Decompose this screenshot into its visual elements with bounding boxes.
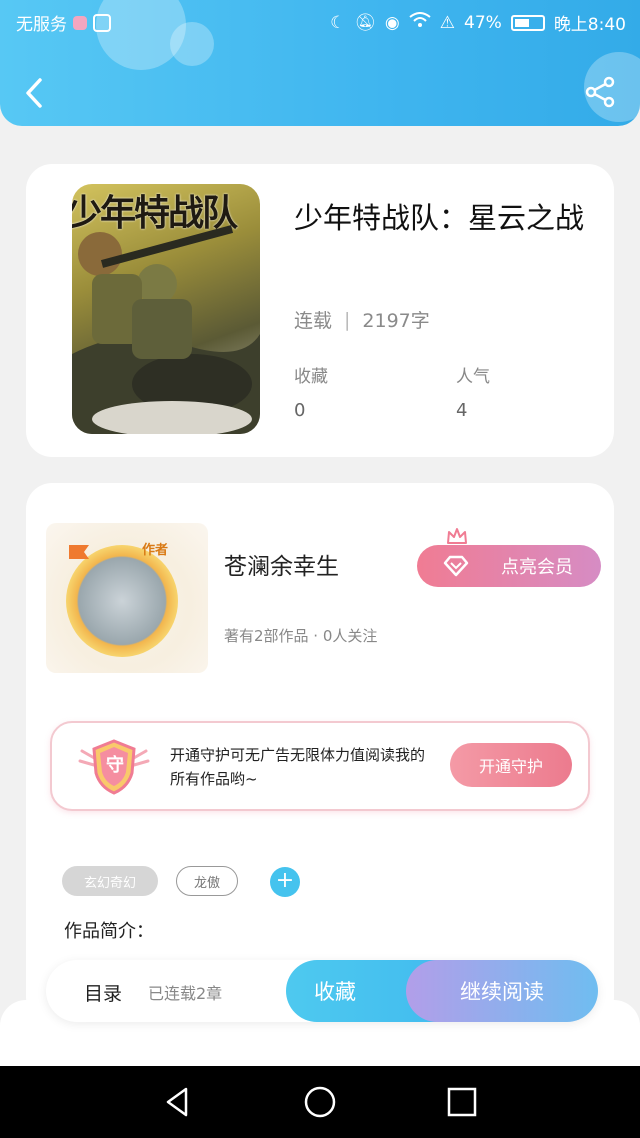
stat-value-favorites: 0 — [294, 400, 306, 421]
intro-label: 作品简介： — [64, 921, 154, 942]
diamond-icon — [443, 555, 469, 577]
stat-value-popularity: 4 — [456, 400, 468, 421]
status-bar: 无服务 ☾ 🔕︎ ◉ ⚠ 47% 晚上8:40 — [0, 0, 640, 44]
battery-percent: 47% — [464, 12, 502, 33]
keyword-tag[interactable]: 龙傲 — [176, 866, 238, 896]
guard-badge-char: 守 — [106, 755, 124, 776]
author-summary: 著有2部作品 · 0人关注 — [224, 627, 378, 645]
guard-description: 开通守护可无广告无限体力值阅读我的所有作品哟~ — [170, 746, 426, 788]
system-nav-bar — [0, 1066, 640, 1138]
stat-label-popularity: 人气 — [456, 367, 490, 387]
cover-illustration — [72, 225, 260, 434]
author-badge: 作者 — [142, 543, 169, 558]
back-button[interactable] — [22, 76, 46, 110]
continue-reading-button[interactable]: 继续阅读 — [406, 960, 598, 1022]
continue-reading-label: 继续阅读 — [460, 980, 544, 1004]
book-meta: 连载 | 2197字 — [294, 306, 430, 333]
nav-home-icon[interactable] — [302, 1084, 338, 1120]
stat-label-favorites: 收藏 — [294, 367, 328, 387]
vip-button[interactable]: 点亮会员 — [417, 545, 601, 587]
toc-button[interactable]: 目录 — [84, 979, 122, 1006]
collect-button-label: 收藏 — [314, 980, 356, 1004]
app-notification-icon — [73, 15, 87, 30]
action-bar: 目录 已连载2章 收藏 继续阅读 — [46, 960, 598, 1022]
clock-text: 晚上8:40 — [553, 15, 626, 35]
moon-icon: ☾ — [330, 12, 346, 33]
carrier-text: 无服务 — [16, 15, 67, 35]
eye-icon: ◉ — [384, 12, 400, 33]
add-tag-button[interactable]: + — [270, 867, 300, 897]
genre-tag[interactable]: 玄幻奇幻 — [62, 866, 158, 896]
app-header: 无服务 ☾ 🔕︎ ◉ ⚠ 47% 晚上8:40 — [0, 0, 640, 126]
chapter-count: 已连载2章 — [148, 984, 223, 1003]
mute-icon: 🔕︎ — [354, 12, 376, 33]
wifi-icon — [409, 12, 431, 33]
open-guard-button[interactable]: 开通守护 — [450, 743, 572, 787]
book-cover[interactable]: 少年特战队 — [72, 184, 260, 434]
book-word-count: 2197字 — [362, 310, 430, 332]
crown-icon — [447, 528, 467, 544]
guard-banner[interactable]: 守 开通守护可无广告无限体力值阅读我的所有作品哟~ 开通守护 — [50, 721, 590, 811]
chevron-left-icon — [26, 78, 42, 108]
vip-button-label: 点亮会员 — [501, 557, 573, 578]
nav-recents-icon[interactable] — [444, 1084, 480, 1120]
alert-icon: ⚠ — [439, 12, 456, 33]
share-icon — [585, 76, 615, 108]
book-info-card: 少年特战队 少年特战队：星云之战 连载 | 2197字 收藏 0 人气 4 — [26, 164, 614, 457]
book-title: 少年特战队：星云之战 — [294, 201, 585, 235]
flag-icon — [69, 545, 89, 569]
battery-icon — [510, 14, 545, 31]
book-status: 连载 — [294, 310, 333, 332]
author-name: 苍澜余幸生 — [224, 554, 339, 580]
browser-notification-icon — [93, 13, 111, 32]
share-button[interactable] — [584, 76, 616, 108]
meta-divider: | — [344, 308, 351, 331]
author-card: 作者 苍澜余幸生 著有2部作品 · 0人关注 点亮会员 守 开通守护可无广告无限… — [26, 483, 614, 1023]
nav-back-icon[interactable] — [160, 1084, 196, 1120]
